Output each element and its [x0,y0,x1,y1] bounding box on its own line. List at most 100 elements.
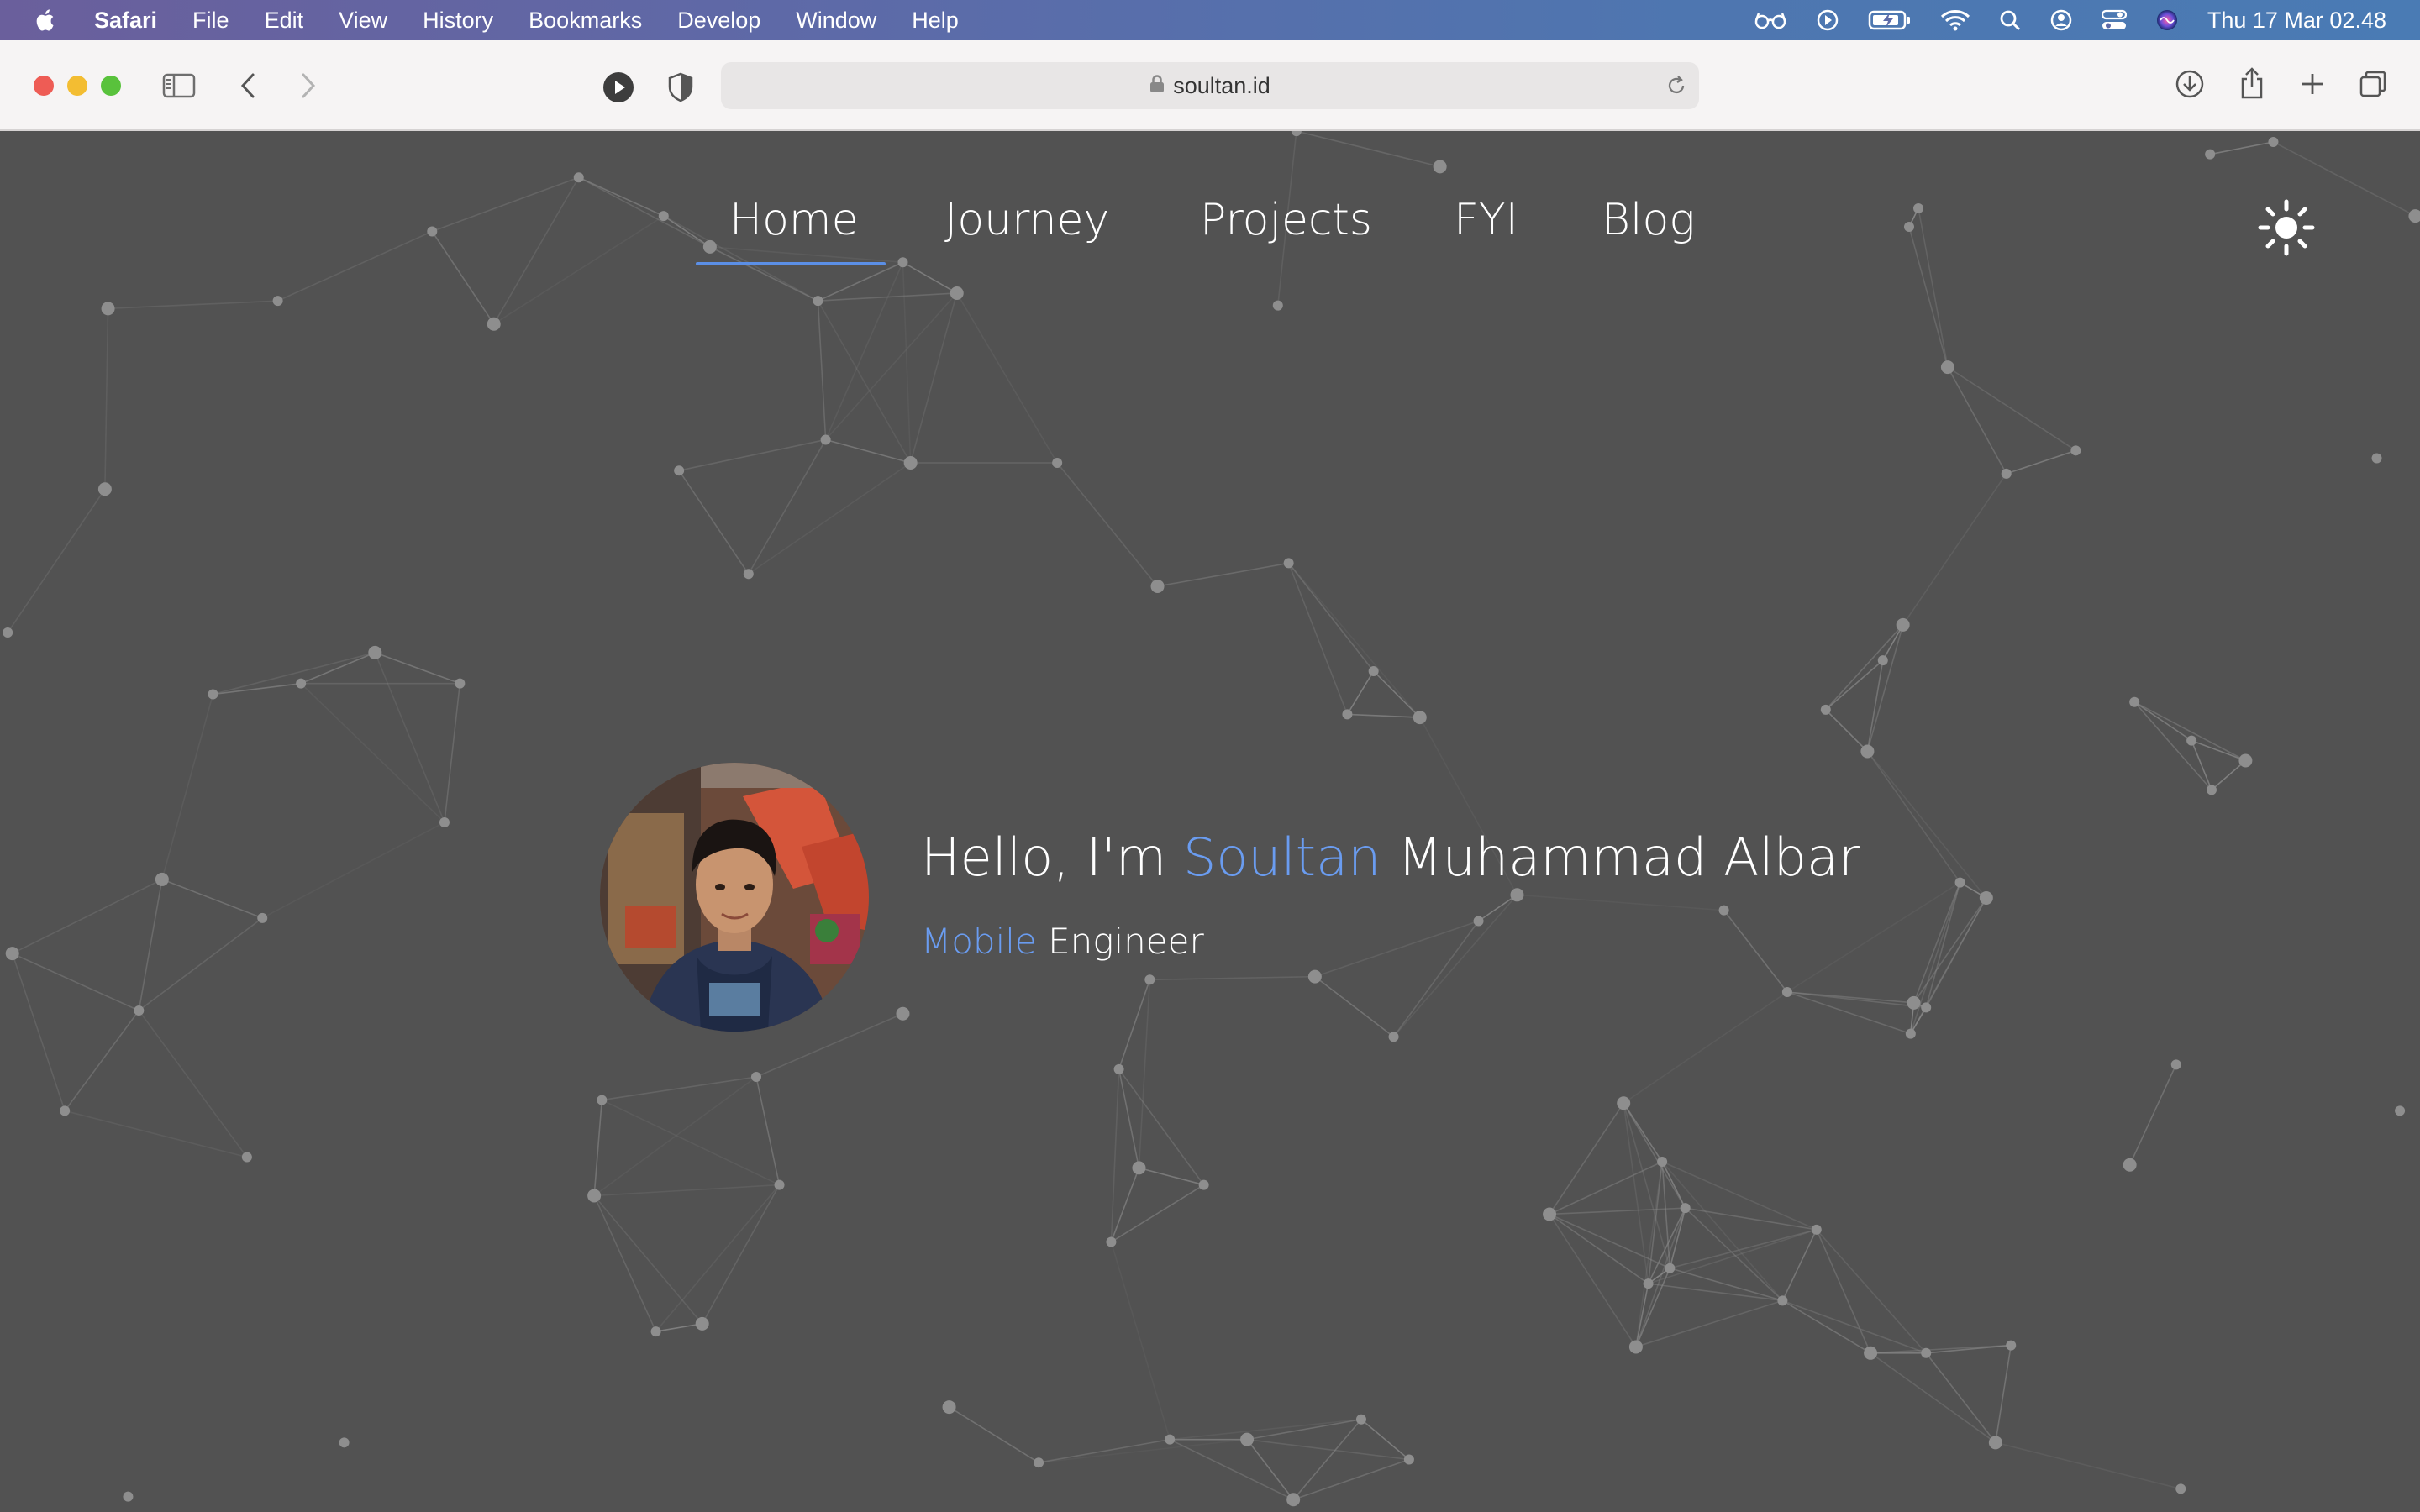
network-link [593,1194,703,1325]
network-node [587,1189,602,1203]
network-link [213,652,376,696]
window-close-button[interactable] [34,76,54,96]
reading-glasses-icon[interactable] [1754,10,1787,30]
network-node [1413,711,1427,725]
address-bar[interactable]: soultan.id [721,62,1699,109]
network-link [1925,1352,1996,1443]
network-node [439,816,450,827]
nav-item-home[interactable]: Home [729,195,859,245]
menu-help[interactable]: Help [912,8,959,34]
network-node [455,678,466,689]
hero-role-accent: Mobile [921,921,1037,962]
network-link [1287,563,1349,715]
apple-logo-icon[interactable] [34,8,59,33]
network-node [134,1005,145,1016]
network-node [1291,131,1302,137]
control-center-icon[interactable] [2101,9,2127,31]
new-tab-icon[interactable] [2296,67,2329,101]
network-link [825,438,911,464]
network-link [2191,739,2246,762]
network-link [138,1010,248,1158]
network-node [674,465,685,476]
network-node [2001,468,2012,479]
network-link [2128,1063,2177,1166]
network-node [97,482,112,496]
sun-icon[interactable] [2257,198,2316,257]
nav-item-projects[interactable]: Projects [1200,195,1372,245]
network-node [1940,360,1954,375]
sidebar-toggle-icon[interactable] [161,71,197,101]
network-node [1628,1340,1643,1354]
menu-window[interactable]: Window [796,8,876,34]
menu-view[interactable]: View [339,8,387,34]
menu-develop[interactable]: Develop [677,8,760,34]
network-link [1360,1419,1410,1461]
network-node [2205,149,2216,160]
network-link [1246,1438,1410,1461]
network-link [818,261,903,302]
network-link [1373,670,1421,718]
network-node [2006,1340,2017,1351]
back-icon[interactable] [235,71,260,101]
network-node [1777,1295,1788,1306]
network-link [748,462,912,575]
window-zoom-button[interactable] [101,76,121,96]
tab-overview-icon[interactable] [2356,67,2390,101]
network-node [1283,558,1294,569]
privacy-shield-icon[interactable] [664,71,697,104]
network-node [1864,1346,1878,1360]
battery-charging-icon[interactable] [1868,9,1912,31]
network-node [1473,916,1484,927]
network-link [1825,659,1884,711]
network-link [108,300,278,310]
network-node [368,645,382,659]
network-link [1314,975,1395,1037]
reload-icon[interactable] [1665,75,1687,102]
network-node [2206,785,2217,795]
siri-icon[interactable] [2155,8,2179,32]
network-node [1355,1414,1366,1425]
network-node [1388,1032,1399,1042]
network-link [1157,562,1289,587]
network-node [60,1105,71,1116]
network-node [1877,655,1888,666]
network-node [597,1095,608,1105]
network-link [138,879,163,1011]
user-account-icon[interactable] [2049,8,2073,32]
network-link [655,1323,702,1332]
network-link [1392,921,1480,1037]
share-icon[interactable] [2235,64,2269,102]
network-link [1870,1352,1996,1443]
nav-item-blog[interactable]: Blog [1602,195,1696,245]
menu-bar-clock[interactable]: Thu 17 Mar 02.48 [2207,8,2386,34]
network-link [1150,975,1315,981]
window-minimize-button[interactable] [67,76,87,96]
menu-file[interactable]: File [192,8,229,34]
network-link [1288,562,1375,672]
network-node [1052,458,1063,469]
hero-rest-name: Muhammad Albar [1381,827,1860,888]
network-node [896,1006,910,1021]
menu-bookmarks[interactable]: Bookmarks [529,8,642,34]
network-link [2210,141,2274,155]
menu-history[interactable]: History [423,8,493,34]
downloads-icon[interactable] [2173,67,2207,101]
wifi-icon[interactable] [1940,9,1970,31]
menu-edit[interactable]: Edit [265,8,304,34]
network-node [1617,1096,1631,1110]
network-link [1669,1207,1686,1268]
menu-bar-status-area: Thu 17 Mar 02.48 [1725,0,2386,40]
forward-icon[interactable] [296,71,321,101]
nav-item-fyi[interactable]: FYI [1454,195,1518,245]
spotlight-search-icon[interactable] [1999,9,2021,31]
network-link [1635,1299,1783,1348]
media-play-icon[interactable] [602,71,635,104]
network-node [1665,1263,1676,1273]
nav-item-journey[interactable]: Journey [944,195,1109,245]
menu-app-safari[interactable]: Safari [94,8,157,34]
network-link [1118,1068,1205,1186]
network-link [594,1184,780,1197]
network-link [1110,1168,1140,1242]
now-playing-icon[interactable] [1816,8,1839,32]
hero-title: Hello, I'm Soultan Muhammad Albar [921,827,1860,888]
